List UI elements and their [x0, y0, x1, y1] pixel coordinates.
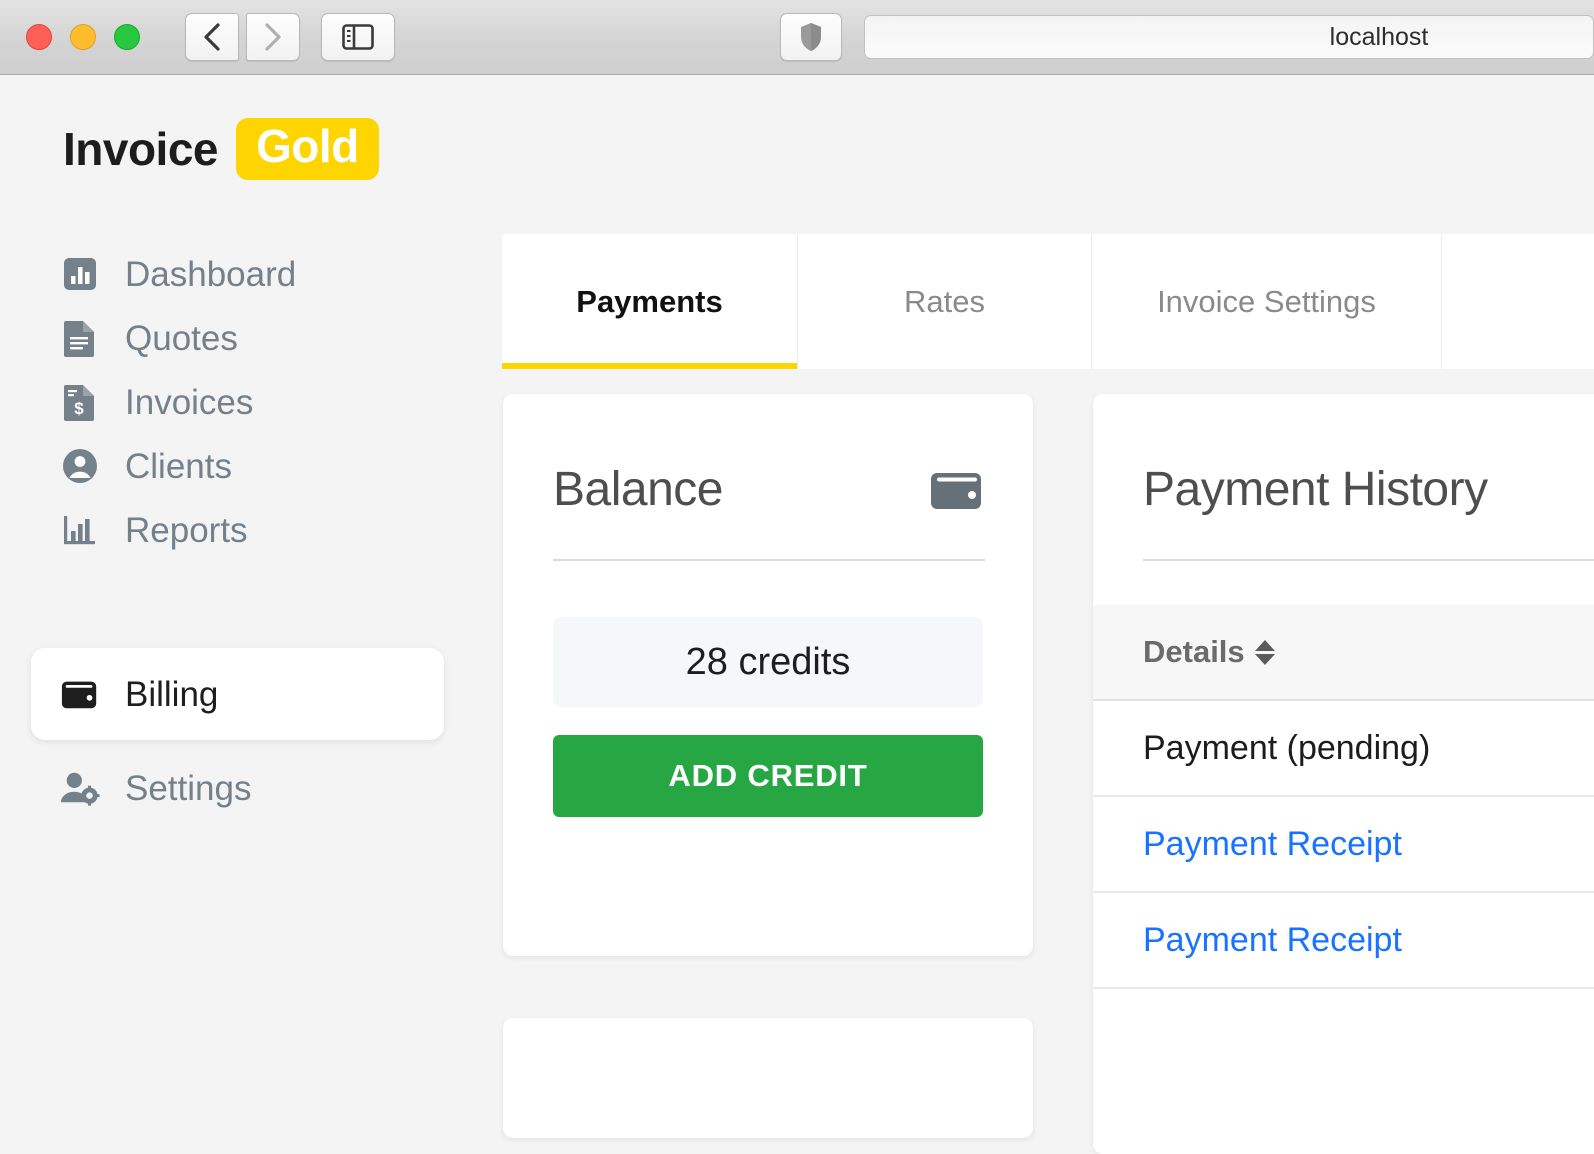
balance-card: Balance 28 credits ADD CREDIT	[503, 394, 1033, 956]
address-bar[interactable]: localhost	[864, 15, 1594, 59]
main-content: Payments Rates Invoice Settings Balance	[502, 75, 1594, 1154]
tab-payments[interactable]: Payments	[502, 234, 798, 369]
back-button[interactable]	[185, 13, 239, 61]
sidebar-item-reports[interactable]: Reports	[0, 498, 502, 562]
sidebar-item-label: Quotes	[125, 318, 238, 358]
secondary-card	[503, 1018, 1033, 1138]
logo-badge: Gold	[236, 118, 379, 180]
sidebar-item-settings[interactable]: Settings	[0, 756, 502, 820]
wallet-icon	[60, 674, 100, 714]
sidebar-item-label: Reports	[125, 510, 248, 550]
minimize-window-button[interactable]	[70, 24, 96, 50]
bar-chart-icon	[60, 510, 100, 550]
table-header-row: Details	[1093, 605, 1594, 701]
sort-updown-icon[interactable]	[1254, 639, 1275, 665]
window-traffic-lights	[26, 24, 140, 50]
payment-history-header: Payment History	[1093, 394, 1594, 517]
table-row[interactable]: Payment Receipt	[1093, 797, 1594, 893]
privacy-shield-button[interactable]	[780, 13, 842, 61]
payment-details-cell: Payment (pending)	[1143, 728, 1431, 767]
shield-icon	[801, 23, 821, 51]
close-window-button[interactable]	[26, 24, 52, 50]
column-header-label: Details	[1143, 634, 1245, 669]
sidebar-toggle-button[interactable]	[321, 13, 395, 61]
add-credit-button[interactable]: ADD CREDIT	[553, 735, 983, 817]
balance-card-title: Balance	[553, 463, 723, 516]
tab-label: Payments	[576, 283, 723, 319]
tab-label: Rates	[904, 283, 985, 319]
sidebar-toggle-icon	[342, 24, 374, 50]
payment-receipt-link[interactable]: Payment Receipt	[1143, 921, 1402, 960]
browser-titlebar: localhost	[0, 0, 1594, 75]
sidebar: Invoice Gold Dashboard Quotes $ Invoices…	[0, 75, 502, 1069]
document-dollar-icon: $	[60, 382, 100, 422]
table-row[interactable]: Payment Receipt	[1093, 893, 1594, 989]
document-icon	[60, 318, 100, 358]
app-root: Invoice Gold Dashboard Quotes $ Invoices…	[0, 75, 1594, 1154]
sidebar-item-dashboard[interactable]: Dashboard	[0, 242, 502, 306]
balance-card-divider	[553, 559, 985, 561]
payment-history-divider	[1143, 559, 1594, 561]
user-gear-icon	[60, 768, 100, 808]
forward-button[interactable]	[246, 13, 300, 61]
sidebar-nav: Dashboard Quotes $ Invoices Clients Repo…	[0, 242, 502, 820]
chart-bar-square-icon	[60, 254, 100, 294]
balance-card-header: Balance	[503, 394, 1033, 517]
sidebar-item-label: Settings	[125, 768, 252, 808]
sidebar-item-quotes[interactable]: Quotes	[0, 306, 502, 370]
chevron-left-icon	[204, 23, 220, 51]
svg-text:$: $	[74, 399, 84, 418]
user-circle-icon	[60, 446, 100, 486]
wallet-icon	[929, 467, 985, 513]
payment-history-title: Payment History	[1143, 463, 1488, 516]
sidebar-item-label: Billing	[125, 674, 219, 714]
app-logo[interactable]: Invoice Gold	[63, 118, 502, 180]
payment-history-card: Payment History Details Payment (pending…	[1093, 394, 1594, 1154]
zoom-window-button[interactable]	[114, 24, 140, 50]
payment-receipt-link[interactable]: Payment Receipt	[1143, 825, 1402, 864]
sidebar-item-billing[interactable]: Billing	[31, 648, 444, 740]
tab-label: Invoice Settings	[1157, 283, 1376, 319]
chevron-right-icon	[265, 23, 281, 51]
column-header-details[interactable]: Details	[1143, 634, 1275, 670]
address-bar-text: localhost	[1329, 22, 1429, 51]
browser-nav-buttons	[185, 13, 300, 61]
table-row[interactable]: Payment (pending)	[1093, 701, 1594, 797]
sidebar-item-label: Invoices	[125, 382, 254, 422]
sidebar-item-label: Dashboard	[125, 254, 297, 294]
payment-history-table: Details Payment (pending) Payment Receip…	[1093, 605, 1594, 989]
tab-rates[interactable]: Rates	[798, 234, 1092, 369]
logo-text: Invoice	[63, 123, 219, 175]
balance-value: 28 credits	[553, 617, 983, 707]
sidebar-item-invoices[interactable]: $ Invoices	[0, 370, 502, 434]
sidebar-item-label: Clients	[125, 446, 232, 486]
tab-bar: Payments Rates Invoice Settings	[502, 234, 1594, 369]
tab-overflow[interactable]	[1442, 234, 1594, 369]
sidebar-item-clients[interactable]: Clients	[0, 434, 502, 498]
tab-invoice-settings[interactable]: Invoice Settings	[1092, 234, 1442, 369]
